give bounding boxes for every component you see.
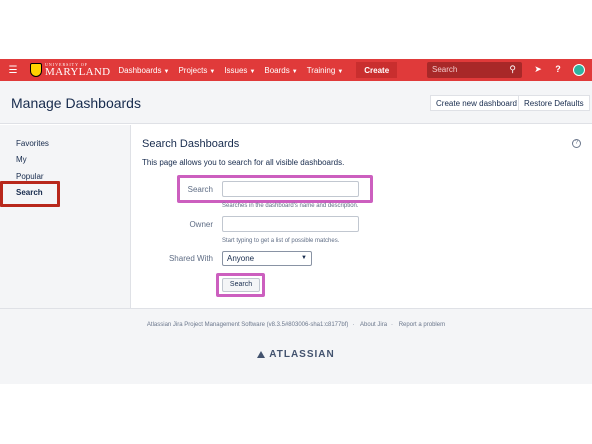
search-placeholder: Search [432, 65, 458, 74]
logo-title: MARYLAND [45, 65, 111, 78]
nav-boards[interactable]: Boards ▼ [264, 66, 297, 75]
page-footer: Atlassian Jira Project Management Softwa… [0, 308, 592, 384]
chevron-down-icon: ▼ [209, 68, 216, 75]
search-button-highlight [216, 273, 265, 297]
selected-item-highlight [0, 181, 60, 207]
nav-dashboards[interactable]: Dashboards ▼ [118, 66, 169, 75]
university-logo[interactable]: UNIVERSITY OF MARYLAND [30, 59, 110, 81]
footer-about-link[interactable]: About Jira [360, 322, 387, 328]
page-header: Manage Dashboards Create new dashboard R… [0, 81, 592, 124]
footer-report-link[interactable]: Report a problem [399, 322, 445, 328]
section-title: Search Dashboards [142, 138, 240, 150]
section-description: This page allows you to search for all v… [142, 158, 345, 167]
search-icon: ⚲ [509, 64, 516, 74]
global-search-input[interactable]: Search ⚲ [427, 62, 522, 78]
sidebar-item-popular[interactable]: Popular [16, 172, 44, 181]
sidebar-item-my[interactable]: My [16, 155, 27, 164]
sidebar-item-favorites[interactable]: Favorites [16, 139, 49, 148]
chevron-down-icon: ▼ [249, 68, 256, 75]
maryland-shield-icon [30, 63, 42, 77]
notifications-icon[interactable]: ➤ [532, 64, 544, 76]
footer-software[interactable]: Atlassian Jira Project Management Softwa… [147, 322, 348, 328]
nav-issues[interactable]: Issues ▼ [224, 66, 255, 75]
chevron-down-icon: ▼ [163, 68, 170, 75]
atlassian-triangle-icon [257, 350, 266, 358]
main-nav: Dashboards ▼ Projects ▼ Issues ▼ Boards ▼ Tr… [118, 66, 352, 75]
top-navigation-bar: ☰ UNIVERSITY OF MARYLAND Dashboards ▼ Pro… [0, 59, 592, 81]
atlassian-logo[interactable]: ATLASSIAN [0, 349, 592, 360]
owner-input[interactable] [222, 216, 359, 232]
create-new-dashboard-button[interactable]: Create new dashboard [430, 95, 523, 111]
create-button[interactable]: Create [356, 62, 398, 78]
shared-with-label: Shared With [168, 254, 213, 263]
shared-with-select[interactable]: Anyone ▼ [222, 251, 312, 266]
app-switcher-icon[interactable]: ☰ [6, 65, 20, 76]
nav-training[interactable]: Training ▼ [307, 66, 344, 75]
chevron-down-icon: ▼ [337, 68, 344, 75]
user-avatar[interactable] [573, 64, 585, 76]
dashboard-sidebar [0, 125, 131, 308]
restore-defaults-button[interactable]: Restore Defaults [518, 95, 590, 111]
search-hint: Searches in the dashboard's name and des… [222, 203, 359, 209]
owner-hint: Start typing to get a list of possible m… [222, 238, 340, 244]
help-icon[interactable]: ? [552, 64, 564, 76]
page-title: Manage Dashboards [11, 95, 141, 111]
footer-links: Atlassian Jira Project Management Softwa… [146, 322, 446, 328]
chevron-down-icon: ▼ [301, 255, 307, 261]
question-icon[interactable]: ? [572, 139, 581, 148]
nav-projects[interactable]: Projects ▼ [178, 66, 215, 75]
search-field-highlight [177, 175, 373, 203]
chevron-down-icon: ▼ [291, 68, 298, 75]
owner-label: Owner [189, 220, 213, 229]
